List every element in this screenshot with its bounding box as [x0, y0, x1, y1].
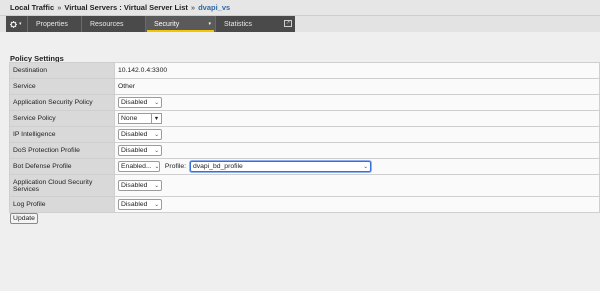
- breadcrumb: Local Traffic » Virtual Servers : Virtua…: [0, 0, 600, 16]
- bot-defense-profile-name-select[interactable]: dvapi_bd_profile ⌄: [189, 161, 371, 172]
- tab-properties[interactable]: Properties: [28, 16, 82, 32]
- table-row: Application Cloud Security Services Disa…: [9, 174, 600, 197]
- chevron-down-icon: ▼: [151, 114, 161, 123]
- chevron-down-icon: ⌄: [154, 182, 159, 189]
- value-cell: None ▼: [114, 110, 600, 127]
- select-value: Disabled: [121, 99, 148, 106]
- select-value: Disabled: [121, 182, 148, 189]
- ip-intelligence-select[interactable]: Disabled ⌄: [118, 129, 162, 140]
- application-security-policy-select[interactable]: Disabled ⌄: [118, 97, 162, 108]
- breadcrumb-separator: »: [57, 3, 62, 12]
- value-cell: Enabled... ⌄ Profile: dvapi_bd_profile ⌄: [114, 158, 600, 175]
- breadcrumb-current: dvapi_vs: [198, 3, 231, 12]
- select-value: Disabled: [121, 201, 148, 208]
- dos-protection-profile-label: DoS Protection Profile: [9, 142, 115, 159]
- value-cell: Disabled ⌄: [114, 94, 600, 111]
- table-row: Log Profile Disabled ⌄: [9, 196, 600, 213]
- tab-security[interactable]: Security ▾: [146, 16, 216, 32]
- service-label: Service: [9, 78, 115, 95]
- table-row: Destination 10.142.0.4:3300: [9, 62, 600, 79]
- tab-security-label: Security: [154, 20, 180, 28]
- tab-gear-menu[interactable]: ▾: [6, 16, 28, 32]
- select-value: Disabled: [121, 131, 148, 138]
- log-profile-select[interactable]: Disabled ⌄: [118, 199, 162, 210]
- table-row: DoS Protection Profile Disabled ⌄: [9, 142, 600, 159]
- profile-label: Profile:: [164, 163, 187, 170]
- bot-defense-profile-select[interactable]: Enabled... ⌄: [118, 161, 160, 172]
- bot-defense-profile-label: Bot Defense Profile: [9, 158, 115, 175]
- value-cell: Disabled ⌄: [114, 142, 600, 159]
- service-policy-label: Service Policy: [9, 110, 115, 127]
- select-value: Enabled...: [121, 163, 152, 170]
- table-row: Bot Defense Profile Enabled... ⌄ Profile…: [9, 158, 600, 175]
- value-cell: Disabled ⌄: [114, 196, 600, 213]
- application-cloud-security-services-select[interactable]: Disabled ⌄: [118, 180, 162, 191]
- chevron-down-icon: ⌄: [154, 99, 159, 106]
- chevron-down-icon: ▾: [208, 21, 211, 27]
- log-profile-label: Log Profile: [9, 196, 115, 213]
- tab-resources[interactable]: Resources: [82, 16, 146, 32]
- popout-icon[interactable]: ↗: [284, 20, 292, 27]
- ip-intelligence-label: IP Intelligence: [9, 126, 115, 143]
- breadcrumb-separator: »: [190, 3, 196, 12]
- select-value: dvapi_bd_profile: [192, 163, 243, 170]
- gear-icon: [10, 20, 17, 28]
- update-button[interactable]: Update: [10, 213, 38, 224]
- value-cell: Disabled ⌄: [114, 126, 600, 143]
- breadcrumb-virtual-server-list[interactable]: Virtual Servers : Virtual Server List: [64, 3, 188, 12]
- tab-bar: ▾ Properties Resources Security ▾ Statis…: [0, 16, 600, 32]
- chevron-down-icon: ⌄: [363, 163, 368, 170]
- chevron-down-icon: ⌄: [154, 131, 159, 138]
- select-value: None: [121, 115, 138, 122]
- chevron-down-icon: ⌄: [154, 147, 159, 154]
- application-security-policy-label: Application Security Policy: [9, 94, 115, 111]
- service-policy-select[interactable]: None ▼: [118, 113, 162, 124]
- breadcrumb-local-traffic[interactable]: Local Traffic: [10, 3, 54, 12]
- table-row: Application Security Policy Disabled ⌄: [9, 94, 600, 111]
- service-value: Other: [114, 78, 600, 95]
- chevron-down-icon: ⌄: [154, 201, 159, 208]
- destination-label: Destination: [9, 62, 115, 79]
- application-cloud-security-services-label: Application Cloud Security Services: [9, 174, 115, 197]
- tab-statistics[interactable]: Statistics ↗: [216, 16, 295, 32]
- table-row: Service Policy None ▼: [9, 110, 600, 127]
- tab-strip: ▾ Properties Resources Security ▾ Statis…: [6, 16, 295, 32]
- value-cell: Disabled ⌄: [114, 174, 600, 197]
- select-value: Disabled: [121, 147, 148, 154]
- tab-statistics-label: Statistics: [224, 20, 253, 28]
- policy-settings-table: Destination 10.142.0.4:3300 Service Othe…: [9, 62, 600, 213]
- chevron-down-icon: ▾: [19, 21, 22, 27]
- table-row: Service Other: [9, 78, 600, 95]
- table-row: IP Intelligence Disabled ⌄: [9, 126, 600, 143]
- dos-protection-profile-select[interactable]: Disabled ⌄: [118, 145, 162, 156]
- destination-value: 10.142.0.4:3300: [114, 62, 600, 79]
- chevron-down-icon: ⌄: [154, 163, 160, 170]
